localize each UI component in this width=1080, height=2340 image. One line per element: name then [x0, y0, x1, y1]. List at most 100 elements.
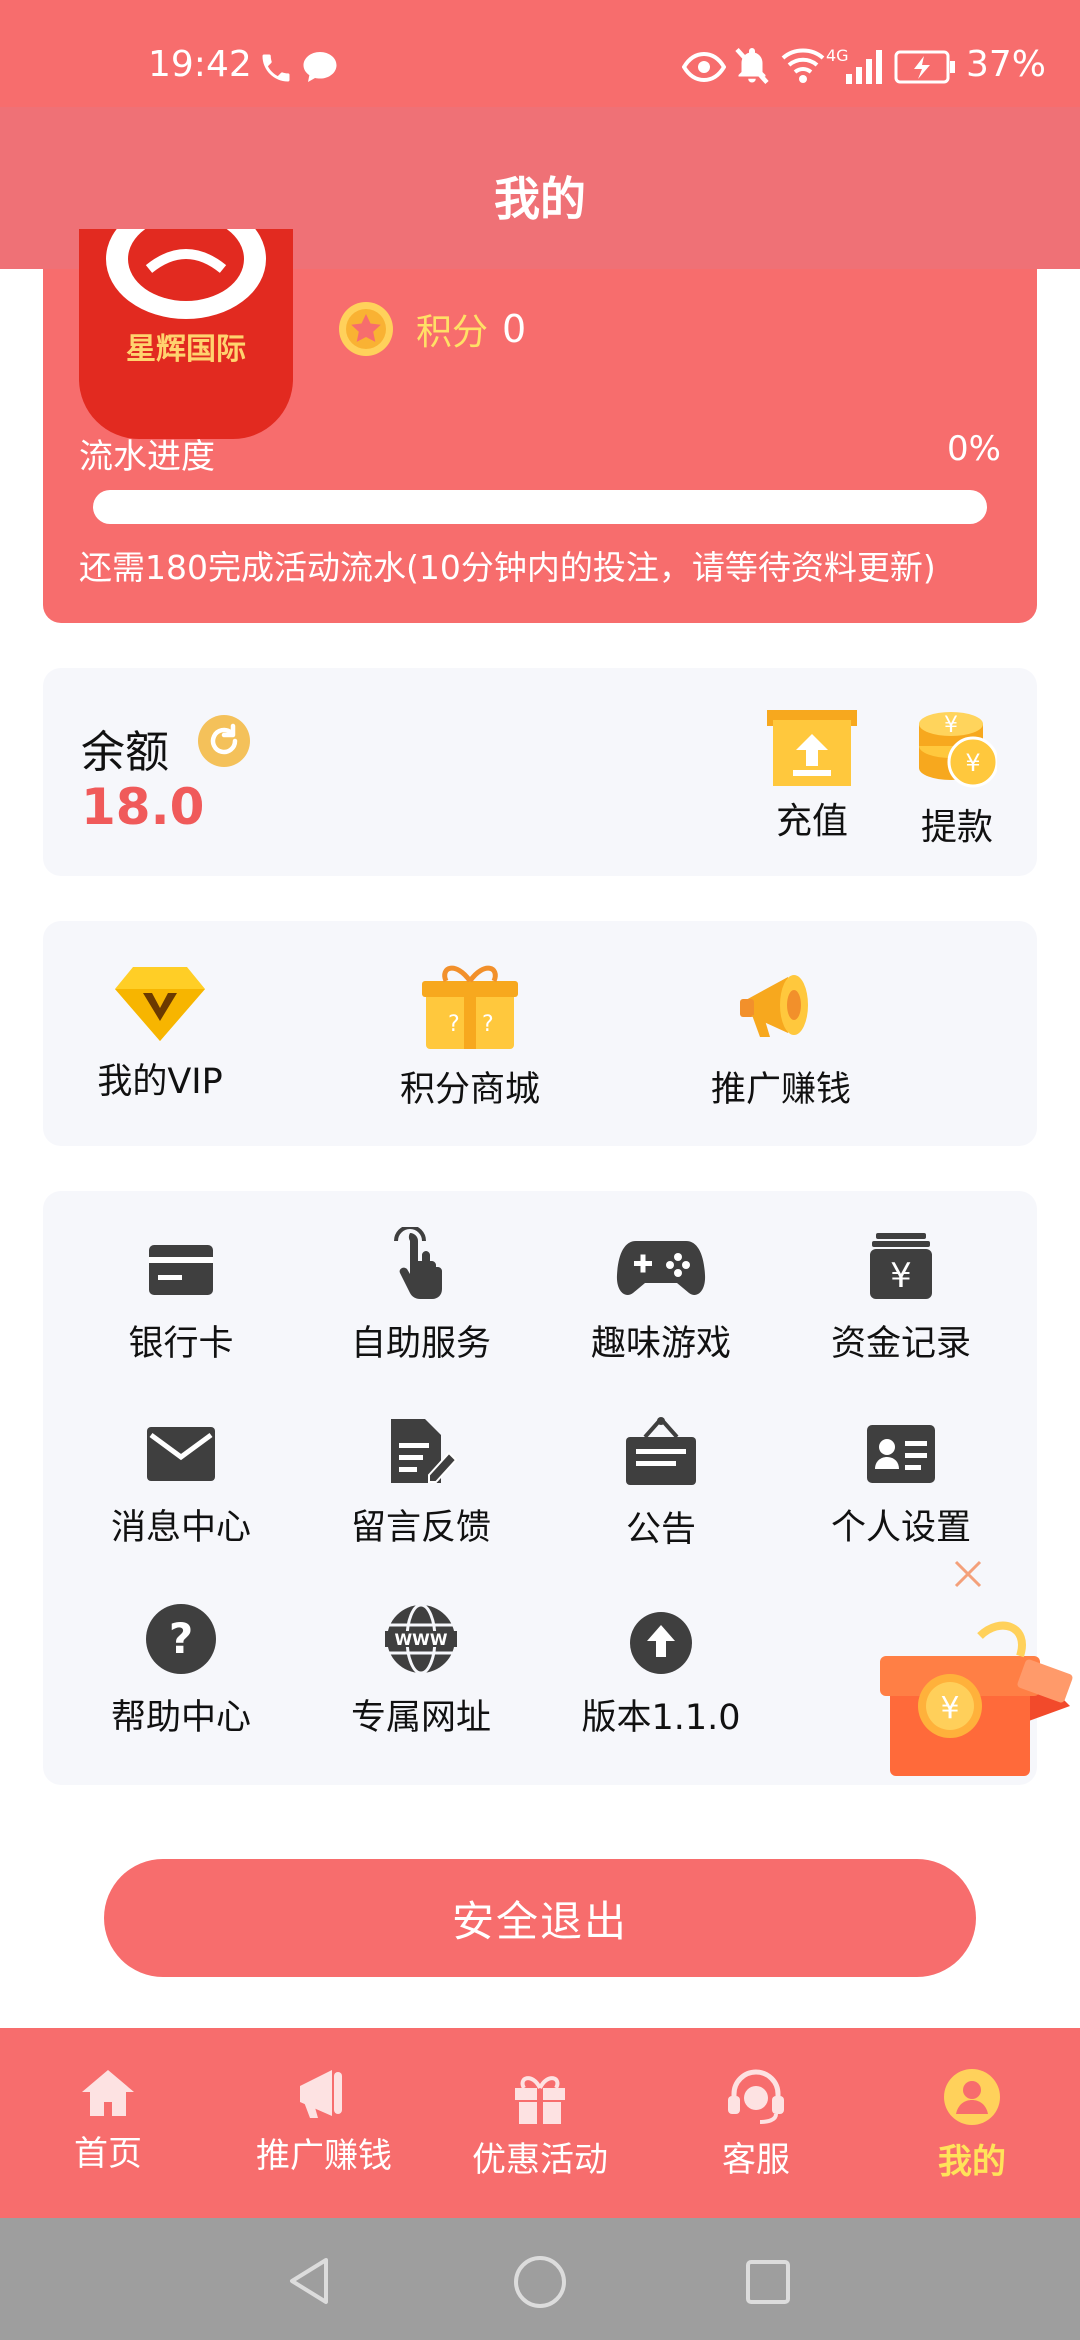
svg-text:WWW: WWW: [395, 1630, 448, 1649]
user-icon: [944, 2069, 1000, 2125]
eye-icon: [682, 52, 726, 82]
svg-text:¥: ¥: [940, 1691, 959, 1726]
progress-percent: 0%: [947, 429, 1001, 469]
id-card-icon: [867, 1425, 935, 1483]
nav-customer-service[interactable]: 客服: [656, 2068, 856, 2181]
nav-home[interactable]: 首页: [8, 2068, 208, 2175]
deposit-label: 充值: [775, 801, 848, 842]
progress-bar: [93, 490, 987, 524]
menu-feedback[interactable]: 留言反馈: [301, 1417, 541, 1550]
brand-logo: 星辉国际: [79, 229, 293, 439]
deposit-icon: [767, 710, 857, 786]
nav-customer-service-label: 客服: [722, 2140, 790, 2180]
megaphone-icon: [740, 975, 808, 1037]
svg-text:?: ?: [169, 1614, 193, 1663]
bottom-nav: 首页 推广赚钱 优惠活动 客服 我的: [0, 2028, 1080, 2218]
feedback-doc-icon: [391, 1419, 457, 1483]
nav-home-label: 首页: [74, 2134, 142, 2174]
fund-record-icon: ¥: [870, 1233, 932, 1299]
menu-help-center[interactable]: ? 帮助中心: [61, 1603, 301, 1740]
profile-card: 星辉国际 积分 0 流水进度 0% 还需180完成活动流水(10分钟内的投注，请…: [43, 229, 1037, 623]
mail-icon: [147, 1427, 215, 1481]
floating-gift-promo[interactable]: ¥: [880, 1556, 1080, 1786]
points-row: 积分 0: [338, 299, 526, 359]
menu-bank-card-label: 银行卡: [128, 1324, 234, 1364]
menu-self-service-label: 自助服务: [350, 1324, 491, 1364]
nav-mine-label: 我的: [938, 2142, 1006, 2182]
balance-card: 余额 18.0 充值 ¥ ¥ 提款: [43, 668, 1037, 876]
menu-message-center-label: 消息中心: [110, 1508, 251, 1548]
nav-promotions-label: 优惠活动: [472, 2140, 608, 2180]
signal-icon: [846, 50, 882, 84]
svg-text:¥: ¥: [944, 713, 958, 738]
gift-icon: [515, 2076, 565, 2124]
points-label: 积分: [416, 312, 489, 353]
feature-my-vip[interactable]: 我的VIP: [50, 963, 270, 1104]
menu-dedicated-url-label: 专属网址: [350, 1698, 491, 1738]
feature-promote-earn-label: 推广赚钱: [710, 1070, 851, 1110]
menu-personal-settings-label: 个人设置: [830, 1508, 971, 1548]
star-coin-icon: [339, 302, 393, 356]
menu-help-center-label: 帮助中心: [110, 1698, 251, 1738]
svg-text:?: ?: [482, 1012, 494, 1037]
nav-promote-earn-label: 推广赚钱: [256, 2136, 392, 2176]
battery-percent: 37%: [966, 44, 1047, 85]
feature-promote-earn[interactable]: 推广赚钱: [671, 961, 891, 1112]
vip-diamond-icon: [115, 967, 205, 1041]
back-icon[interactable]: [286, 2256, 332, 2306]
gift-box-icon: ??: [422, 965, 518, 1049]
message-bubble-icon: [303, 52, 337, 82]
deposit-button[interactable]: 充值: [752, 710, 872, 844]
tap-hand-icon: [394, 1227, 442, 1299]
menu-feedback-label: 留言反馈: [350, 1508, 491, 1548]
gamepad-icon: [616, 1241, 706, 1295]
recents-icon[interactable]: [744, 2258, 792, 2306]
feature-points-mall[interactable]: ?? 积分商城: [360, 961, 580, 1112]
headset-icon: [728, 2069, 784, 2124]
menu-self-service[interactable]: 自助服务: [301, 1227, 541, 1366]
svg-text:?: ?: [448, 1012, 460, 1037]
menu-announcement-label: 公告: [625, 1510, 696, 1550]
balance-label: 余额: [81, 727, 169, 778]
battery-icon: [894, 50, 955, 84]
svg-text:¥: ¥: [890, 1256, 912, 1296]
points-value: 0: [502, 307, 527, 351]
coins-withdraw-icon: ¥¥: [919, 712, 999, 788]
balance-amount: 18.0: [81, 778, 205, 836]
logo-text: 星辉国际: [126, 332, 246, 367]
progress-label: 流水进度: [79, 437, 215, 477]
refresh-icon[interactable]: [197, 714, 251, 768]
home-circle-icon[interactable]: [513, 2255, 567, 2309]
call-icon: [262, 54, 290, 82]
menu-fun-games-label: 趣味游戏: [590, 1324, 731, 1364]
menu-version-label: 版本1.1.0: [581, 1698, 741, 1738]
nav-promotions[interactable]: 优惠活动: [440, 2068, 640, 2181]
www-globe-icon: WWW: [385, 1603, 457, 1675]
logout-button[interactable]: 安全退出: [104, 1859, 976, 1977]
home-icon: [82, 2070, 134, 2116]
mute-bell-icon: [735, 47, 769, 85]
menu-announcement[interactable]: 公告: [541, 1417, 781, 1552]
svg-text:¥: ¥: [965, 749, 980, 777]
feature-my-vip-label: 我的VIP: [97, 1062, 223, 1102]
menu-fund-records[interactable]: ¥ 资金记录: [781, 1231, 1021, 1366]
system-nav-bar: [0, 2218, 1080, 2340]
bank-card-icon: [149, 1245, 213, 1295]
menu-bank-card[interactable]: 银行卡: [61, 1237, 301, 1366]
feature-row: 我的VIP ?? 积分商城 推广赚钱: [43, 921, 1037, 1146]
help-icon: ?: [146, 1604, 216, 1674]
menu-message-center[interactable]: 消息中心: [61, 1423, 301, 1550]
menu-dedicated-url[interactable]: WWW 专属网址: [301, 1603, 541, 1740]
status-bar: 19:42 4G 37%: [0, 0, 1080, 107]
menu-version[interactable]: 版本1.1.0: [541, 1611, 781, 1740]
menu-personal-settings[interactable]: 个人设置: [781, 1423, 1021, 1550]
close-icon: [954, 1560, 982, 1588]
menu-fun-games[interactable]: 趣味游戏: [541, 1237, 781, 1366]
progress-note: 还需180完成活动流水(10分钟内的投注，请等待资料更新): [79, 548, 936, 587]
upload-arrow-icon: [630, 1612, 692, 1674]
nav-mine[interactable]: 我的: [872, 2068, 1072, 2183]
withdraw-button[interactable]: ¥ ¥ 提款: [897, 706, 1017, 850]
nav-promote-earn[interactable]: 推广赚钱: [224, 2068, 424, 2177]
withdraw-label: 提款: [920, 807, 993, 848]
page-title: 我的: [494, 172, 586, 226]
